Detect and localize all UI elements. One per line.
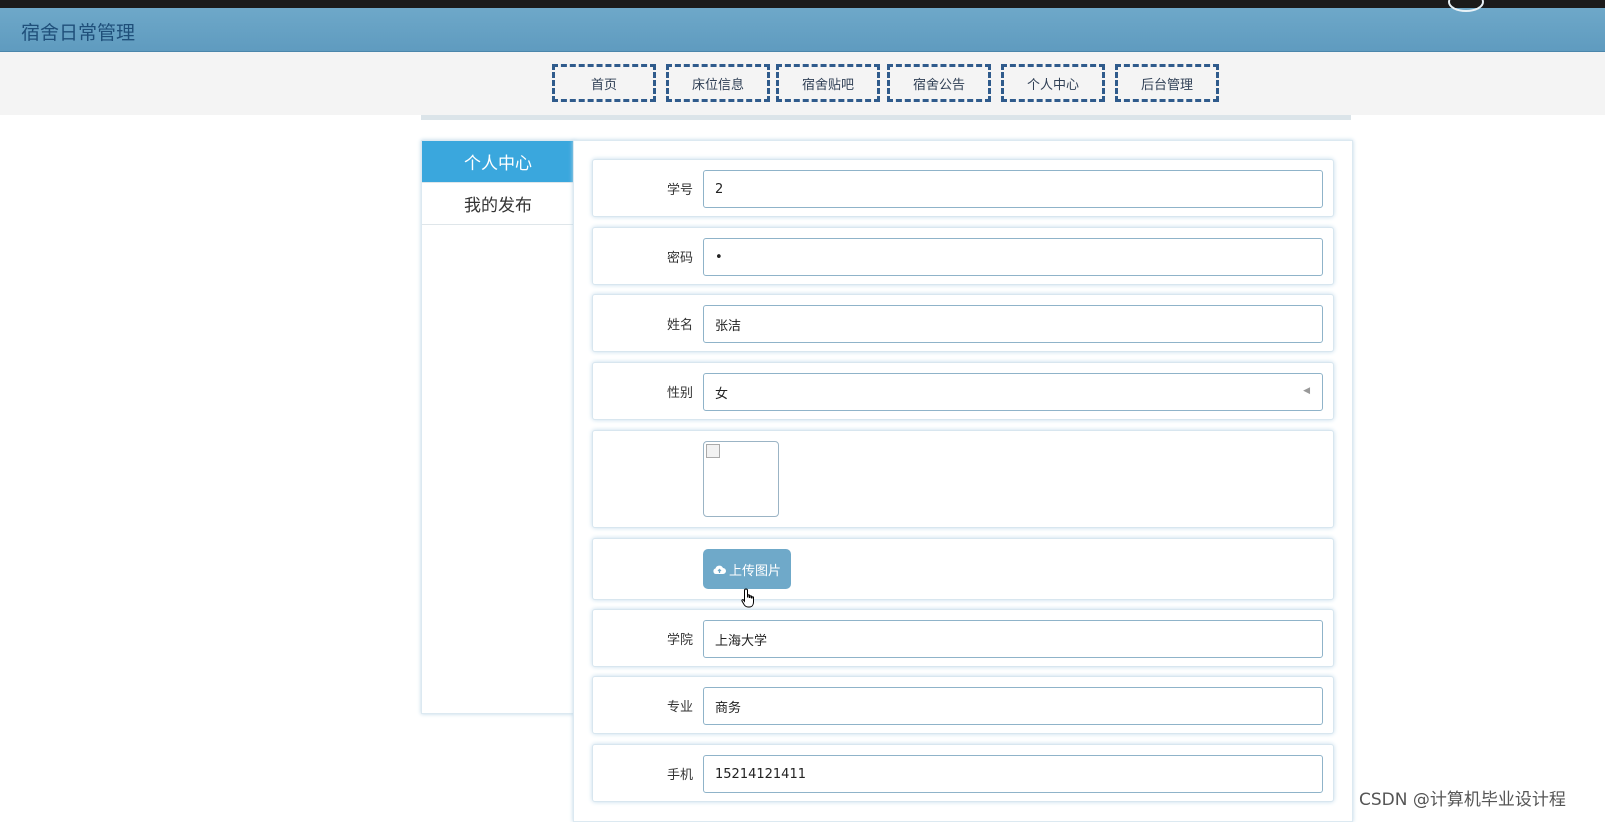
- cloud-upload-icon: [713, 565, 726, 574]
- nav-item-admin[interactable]: 后台管理: [1115, 64, 1219, 102]
- chevron-down-icon: ◀: [1303, 386, 1310, 396]
- form-row-student-id: 学号 2: [592, 159, 1334, 217]
- form-row-name: 姓名 张洁: [592, 294, 1334, 352]
- broken-image-icon: [706, 444, 720, 458]
- sidebar: 个人中心 我的发布: [421, 140, 575, 714]
- form-row-phone: 手机 15214121411: [592, 744, 1334, 802]
- screen-top-strip: [0, 0, 1605, 8]
- phone-input[interactable]: 15214121411: [703, 755, 1323, 793]
- nav-divider: [421, 115, 1351, 120]
- upload-button-label: 上传图片: [728, 563, 781, 579]
- form-row-password: 密码 •: [592, 227, 1334, 285]
- phone-label: 手机: [666, 767, 693, 783]
- college-input[interactable]: 上海大学: [703, 620, 1323, 658]
- nav-item-personal-center[interactable]: 个人中心: [1001, 64, 1105, 102]
- nav-item-bed-info[interactable]: 床位信息: [666, 64, 770, 102]
- major-input[interactable]: 商务: [703, 687, 1323, 725]
- college-label: 学院: [666, 632, 693, 648]
- sidebar-item-my-posts[interactable]: 我的发布: [422, 183, 574, 225]
- password-input[interactable]: •: [703, 238, 1323, 276]
- upload-image-button[interactable]: 上传图片: [703, 549, 791, 589]
- gender-label: 性别: [666, 385, 693, 401]
- form-row-major: 专业 商务: [592, 676, 1334, 734]
- app-title: 宿舍日常管理: [21, 22, 136, 44]
- major-label: 专业: [666, 699, 693, 715]
- profile-form: 学号 2 密码 • 姓名 张洁 性别 女 ◀ 上传图片 学院 上海大学 专业 商…: [573, 140, 1353, 822]
- sidebar-item-personal-center[interactable]: 个人中心: [422, 141, 574, 183]
- form-row-upload: 上传图片: [592, 538, 1334, 600]
- nav-item-dorm-notice[interactable]: 宿舍公告: [887, 64, 991, 102]
- hand-cursor-icon: [741, 588, 754, 608]
- name-label: 姓名: [666, 317, 693, 333]
- nav-item-dorm-forum[interactable]: 宿舍贴吧: [776, 64, 880, 102]
- student-id-label: 学号: [666, 182, 693, 198]
- gender-selected-value: 女: [715, 386, 729, 402]
- avatar-preview-image: [703, 441, 779, 517]
- nav-item-home[interactable]: 首页: [552, 64, 656, 102]
- watermark: CSDN @计算机毕业设计程: [1359, 790, 1566, 810]
- form-row-avatar-preview: [592, 430, 1334, 528]
- gender-select[interactable]: 女 ◀: [703, 373, 1323, 411]
- form-row-gender: 性别 女 ◀: [592, 362, 1334, 420]
- student-id-input[interactable]: 2: [703, 170, 1323, 208]
- title-bar: 宿舍日常管理: [0, 8, 1605, 52]
- password-label: 密码: [666, 250, 693, 266]
- name-input[interactable]: 张洁: [703, 305, 1323, 343]
- form-row-college: 学院 上海大学: [592, 609, 1334, 667]
